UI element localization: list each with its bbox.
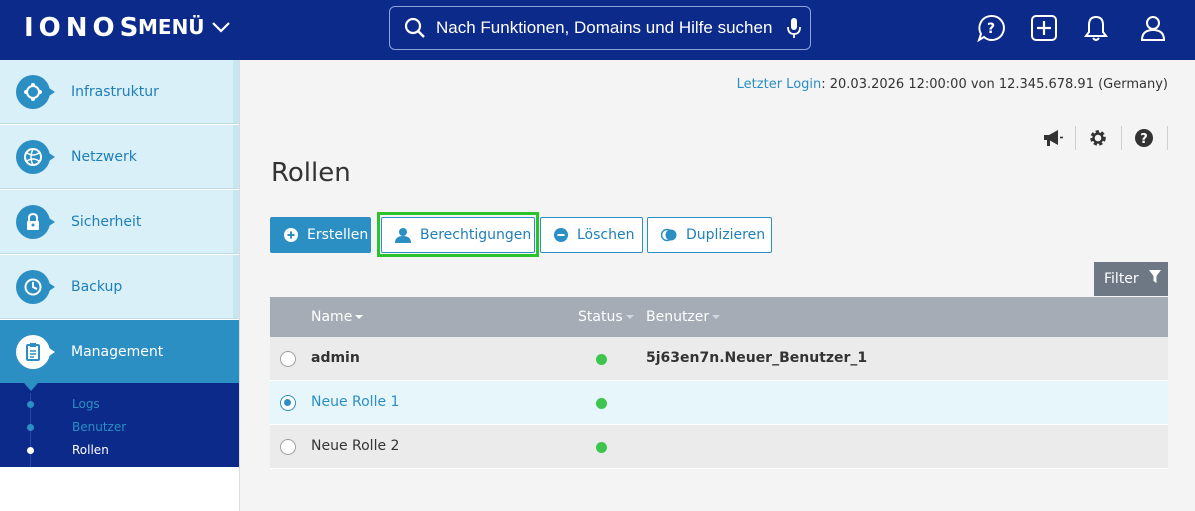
help-icon[interactable]: ? xyxy=(1133,127,1155,149)
sort-caret-icon xyxy=(355,315,364,319)
sort-caret-icon xyxy=(712,315,721,319)
column-label: Benutzer xyxy=(646,309,710,325)
sidebar-strip xyxy=(233,255,239,318)
bullet-dot xyxy=(27,446,34,454)
sidebar-item-management[interactable]: Management xyxy=(0,320,239,384)
svg-text:?: ? xyxy=(1140,132,1148,147)
plus-box-icon[interactable] xyxy=(1028,12,1060,44)
gear-icon[interactable] xyxy=(1087,127,1109,149)
clipboard-icon xyxy=(16,335,55,369)
duplicate-icon xyxy=(661,228,677,242)
minus-circle-icon xyxy=(554,228,568,242)
sidebar-item-backup[interactable]: Backup xyxy=(0,255,239,319)
delete-label: Löschen xyxy=(577,227,635,243)
chat-question-icon[interactable]: ? xyxy=(975,12,1007,44)
submenu-label: Rollen xyxy=(72,443,109,457)
submenu: Logs Benutzer Rollen xyxy=(0,383,239,467)
bell-icon[interactable] xyxy=(1080,12,1112,44)
bullet-dot xyxy=(27,400,34,408)
roles-table: Name Status Benutzer admin 5j63en7n.Neue… xyxy=(270,297,1168,469)
table-row[interactable]: Neue Rolle 1 xyxy=(270,381,1168,425)
status-dot xyxy=(596,354,607,365)
table-header: Name Status Benutzer xyxy=(270,297,1168,337)
last-login-info: Letzter Login: 20.03.2026 12:00:00 von 1… xyxy=(737,77,1168,92)
column-header-benutzer[interactable]: Benutzer xyxy=(646,309,721,325)
sidebar-strip xyxy=(233,320,239,384)
submenu-label: Benutzer xyxy=(72,420,127,434)
search-input[interactable]: Nach Funktionen, Domains und Hilfe suche… xyxy=(436,18,786,38)
sidebar-strip xyxy=(233,125,239,188)
sidebar-item-label: Sicherheit xyxy=(71,213,142,230)
divider xyxy=(1075,126,1076,150)
bullet-dot xyxy=(27,423,34,431)
submenu-item-rollen[interactable]: Rollen xyxy=(0,439,239,461)
sidebar-item-label: Infrastruktur xyxy=(71,83,159,100)
status-dot xyxy=(596,442,607,453)
sidebar-item-sicherheit[interactable]: Sicherheit xyxy=(0,190,239,254)
create-button[interactable]: Erstellen xyxy=(270,217,371,253)
megaphone-icon[interactable] xyxy=(1042,127,1064,149)
column-header-status[interactable]: Status xyxy=(578,309,634,325)
role-name: Neue Rolle 1 xyxy=(311,394,400,410)
chevron-down-icon xyxy=(211,20,231,34)
table-row[interactable]: Neue Rolle 2 xyxy=(270,425,1168,469)
plus-circle-icon xyxy=(284,228,298,242)
lock-icon xyxy=(16,204,55,239)
infrastructure-icon xyxy=(16,74,55,109)
sort-caret-icon xyxy=(625,315,634,319)
microphone-icon[interactable] xyxy=(786,16,802,40)
sidebar-strip xyxy=(233,60,239,123)
main-content: Letzter Login: 20.03.2026 12:00:00 von 1… xyxy=(240,60,1195,511)
sidebar-item-infrastruktur[interactable]: Infrastruktur xyxy=(0,60,239,124)
row-radio[interactable] xyxy=(280,439,296,455)
sidebar-item-label: Management xyxy=(71,344,164,360)
create-label: Erstellen xyxy=(307,227,369,243)
role-name: Neue Rolle 2 xyxy=(311,438,400,454)
sidebar-item-label: Backup xyxy=(71,278,123,295)
column-label: Status xyxy=(578,309,623,325)
submenu-item-logs[interactable]: Logs xyxy=(0,393,239,415)
submenu-pointer xyxy=(24,383,38,391)
sidebar-strip xyxy=(233,190,239,253)
network-icon xyxy=(16,139,55,174)
status-dot xyxy=(596,398,607,409)
duplicate-button[interactable]: Duplizieren xyxy=(647,217,772,253)
table-row[interactable]: admin 5j63en7n.Neuer_Benutzer_1 xyxy=(270,337,1168,381)
page-title: Rollen xyxy=(271,158,351,188)
sidebar-item-netzwerk[interactable]: Netzwerk xyxy=(0,125,239,189)
top-bar: IONOS MENÜ Nach Funktionen, Domains und … xyxy=(0,0,1195,60)
sidebar: Infrastruktur Netzwerk Sicherheit Backup… xyxy=(0,60,240,511)
search-box[interactable]: Nach Funktionen, Domains und Hilfe suche… xyxy=(389,6,811,50)
row-radio[interactable] xyxy=(280,351,296,367)
svg-text:?: ? xyxy=(987,21,995,37)
divider xyxy=(1121,126,1122,150)
filter-label: Filter xyxy=(1104,271,1139,287)
row-radio[interactable] xyxy=(280,395,296,411)
last-login-link[interactable]: Letzter Login xyxy=(737,77,822,92)
divider xyxy=(1167,126,1168,150)
search-icon xyxy=(404,17,426,39)
menu-label: MENÜ xyxy=(138,15,205,39)
backup-clock-icon xyxy=(16,269,55,304)
submenu-item-benutzer[interactable]: Benutzer xyxy=(0,416,239,438)
column-label: Name xyxy=(311,309,353,325)
highlight-box xyxy=(377,212,539,257)
role-users: 5j63en7n.Neuer_Benutzer_1 xyxy=(646,350,868,366)
menu-button[interactable]: MENÜ xyxy=(138,15,231,39)
filter-funnel-icon xyxy=(1148,270,1161,288)
ionos-logo[interactable]: IONOS xyxy=(24,13,143,43)
column-header-name[interactable]: Name xyxy=(311,309,364,325)
duplicate-label: Duplizieren xyxy=(686,227,766,243)
last-login-text: : 20.03.2026 12:00:00 von 12.345.678.91 … xyxy=(821,77,1168,92)
user-icon[interactable] xyxy=(1137,12,1169,44)
submenu-label: Logs xyxy=(72,397,100,411)
role-name: admin xyxy=(311,350,360,366)
delete-button[interactable]: Löschen xyxy=(540,217,643,253)
sidebar-item-label: Netzwerk xyxy=(71,148,137,165)
filter-button[interactable]: Filter xyxy=(1094,262,1168,296)
